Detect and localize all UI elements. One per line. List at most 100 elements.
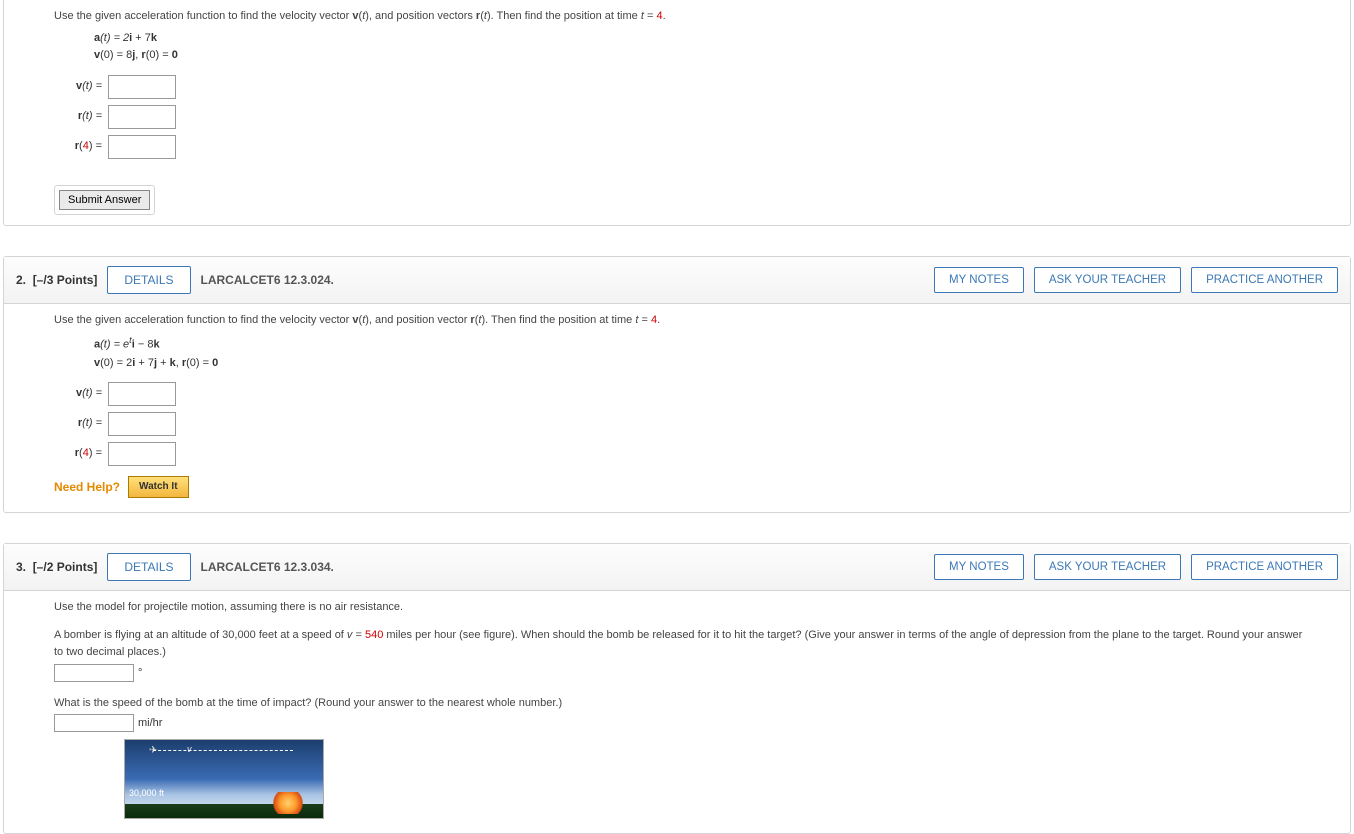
points: [–/2 Points] bbox=[33, 560, 98, 574]
text: = bbox=[352, 629, 365, 641]
q2-answer-r: r(t) = bbox=[54, 412, 1310, 436]
text: ), and position vectors bbox=[365, 10, 476, 22]
book-reference: LARCALCET6 12.3.024. bbox=[201, 273, 334, 287]
q3-answer-speed: mi/hr bbox=[54, 714, 1310, 733]
details-button[interactable]: DETAILS bbox=[107, 553, 190, 581]
q1-answer-v: v(t) = bbox=[54, 75, 1310, 99]
text: (t) = 2 bbox=[100, 32, 129, 44]
text: Use the given acceleration function to f… bbox=[54, 314, 352, 326]
v-symbol: v bbox=[352, 314, 358, 326]
q1-initial-line: v(0) = 8j, r(0) = 0 bbox=[94, 47, 1310, 65]
answer-input-angle[interactable] bbox=[54, 664, 134, 682]
spacer bbox=[54, 617, 1310, 627]
r-symbol: r bbox=[470, 314, 474, 326]
answer-input-v[interactable] bbox=[108, 382, 176, 406]
details-button[interactable]: DETAILS bbox=[107, 266, 190, 294]
text: ). Then find the position at time bbox=[487, 10, 641, 22]
watch-it-button[interactable]: Watch It bbox=[128, 476, 189, 498]
question-number: 3. [–/2 Points] bbox=[16, 560, 97, 574]
text: ) = bbox=[89, 140, 102, 152]
answer-input-r4[interactable] bbox=[108, 135, 176, 159]
my-notes-button[interactable]: MY NOTES bbox=[934, 554, 1024, 580]
q2-initial-line: v(0) = 2i + 7j + k, r(0) = 0 bbox=[94, 355, 1310, 373]
q1-accel-line: a(t) = 2i + 7k bbox=[94, 30, 1310, 48]
ask-teacher-button[interactable]: ASK YOUR TEACHER bbox=[1034, 554, 1181, 580]
q1-answer-r: r(t) = bbox=[54, 105, 1310, 129]
unit-degrees: ° bbox=[138, 667, 142, 679]
value: 4 bbox=[651, 314, 657, 326]
q3-line1: Use the model for projectile motion, ass… bbox=[54, 599, 1310, 617]
text: − 8 bbox=[135, 339, 154, 351]
q2-prompt: Use the given acceleration function to f… bbox=[54, 312, 1310, 330]
q1-given: a(t) = 2i + 7k v(0) = 8j, r(0) = 0 bbox=[54, 26, 1310, 69]
text: . bbox=[663, 10, 666, 22]
q2-answer-r4: r(4) = bbox=[54, 442, 1310, 466]
text: (t) = bbox=[82, 80, 102, 92]
question-3-body: Use the model for projectile motion, ass… bbox=[4, 591, 1350, 833]
q2-answer-v: v(t) = bbox=[54, 382, 1310, 406]
zero-symbol: 0 bbox=[212, 357, 218, 369]
text: Use the given acceleration function to f… bbox=[54, 10, 352, 22]
question-number: 2. [–/3 Points] bbox=[16, 273, 97, 287]
answer-label: v(t) = bbox=[54, 385, 102, 403]
q2-accel-line: a(t) = eti − 8k bbox=[94, 333, 1310, 354]
k-symbol: k bbox=[151, 32, 157, 44]
text: A bomber is flying at an altitude of 30,… bbox=[54, 629, 347, 641]
text: + 7 bbox=[132, 32, 151, 44]
practice-another-button[interactable]: PRACTICE ANOTHER bbox=[1191, 267, 1338, 293]
question-2-header: 2. [–/3 Points] DETAILS LARCALCET6 12.3.… bbox=[4, 257, 1350, 304]
answer-label: v(t) = bbox=[54, 78, 102, 96]
text: ), and position vector bbox=[365, 314, 470, 326]
q3-line3: What is the speed of the bomb at the tim… bbox=[54, 695, 1310, 713]
answer-label: r(t) = bbox=[54, 415, 102, 433]
question-3-header: 3. [–/2 Points] DETAILS LARCALCET6 12.3.… bbox=[4, 544, 1350, 591]
text: (t) = bbox=[82, 387, 102, 399]
q1-answer-r4: r(4) = bbox=[54, 135, 1310, 159]
my-notes-button[interactable]: MY NOTES bbox=[934, 267, 1024, 293]
text: + bbox=[157, 357, 170, 369]
text: (t) = e bbox=[100, 339, 129, 351]
answer-label: r(4) = bbox=[54, 445, 102, 463]
altitude-label: 30,000 ft bbox=[129, 786, 164, 800]
points: [–/3 Points] bbox=[33, 273, 98, 287]
text: (0) = bbox=[186, 357, 212, 369]
ask-teacher-button[interactable]: ASK YOUR TEACHER bbox=[1034, 267, 1181, 293]
practice-another-button[interactable]: PRACTICE ANOTHER bbox=[1191, 554, 1338, 580]
text: ). Then find the position at time bbox=[481, 314, 635, 326]
need-help-label: Need Help? bbox=[54, 478, 120, 497]
need-help-row: Need Help? Watch It bbox=[54, 476, 1310, 498]
q2-given: a(t) = eti − 8k v(0) = 2i + 7j + k, r(0)… bbox=[54, 329, 1310, 376]
t-var: t bbox=[635, 314, 638, 326]
answer-input-v[interactable] bbox=[108, 75, 176, 99]
q3-line2: A bomber is flying at an altitude of 30,… bbox=[54, 627, 1310, 662]
answer-label: r(t) = bbox=[54, 108, 102, 126]
zero-symbol: 0 bbox=[172, 49, 178, 61]
answer-input-speed[interactable] bbox=[54, 714, 134, 732]
spacer bbox=[54, 685, 1310, 695]
book-reference: LARCALCET6 12.3.034. bbox=[201, 560, 334, 574]
num: 2. bbox=[16, 273, 26, 287]
text: (0) = 2 bbox=[100, 357, 132, 369]
answer-input-r[interactable] bbox=[108, 412, 176, 436]
text: = bbox=[644, 10, 657, 22]
question-2: 2. [–/3 Points] DETAILS LARCALCET6 12.3.… bbox=[3, 256, 1351, 513]
question-1-body: Use the given acceleration function to f… bbox=[4, 0, 1350, 179]
text: (0) = 8 bbox=[100, 49, 132, 61]
k-symbol: k bbox=[153, 339, 159, 351]
q1-prompt: Use the given acceleration function to f… bbox=[54, 8, 1310, 26]
answer-input-r[interactable] bbox=[108, 105, 176, 129]
projectile-figure: ✈ v 30,000 ft bbox=[124, 739, 324, 819]
text: (t) = bbox=[82, 110, 102, 122]
num: 3. bbox=[16, 560, 26, 574]
answer-input-r4[interactable] bbox=[108, 442, 176, 466]
text: (0) = bbox=[146, 49, 172, 61]
answer-label: r(4) = bbox=[54, 138, 102, 156]
question-2-body: Use the given acceleration function to f… bbox=[4, 304, 1350, 512]
unit-mihr: mi/hr bbox=[138, 717, 162, 729]
submit-row: Submit Answer bbox=[4, 179, 1350, 225]
question-1-partial: Use the given acceleration function to f… bbox=[3, 0, 1351, 226]
text: + 7 bbox=[135, 357, 154, 369]
text: (t) = bbox=[82, 417, 102, 429]
submit-button[interactable]: Submit Answer bbox=[59, 190, 150, 210]
text: ) = bbox=[89, 447, 102, 459]
